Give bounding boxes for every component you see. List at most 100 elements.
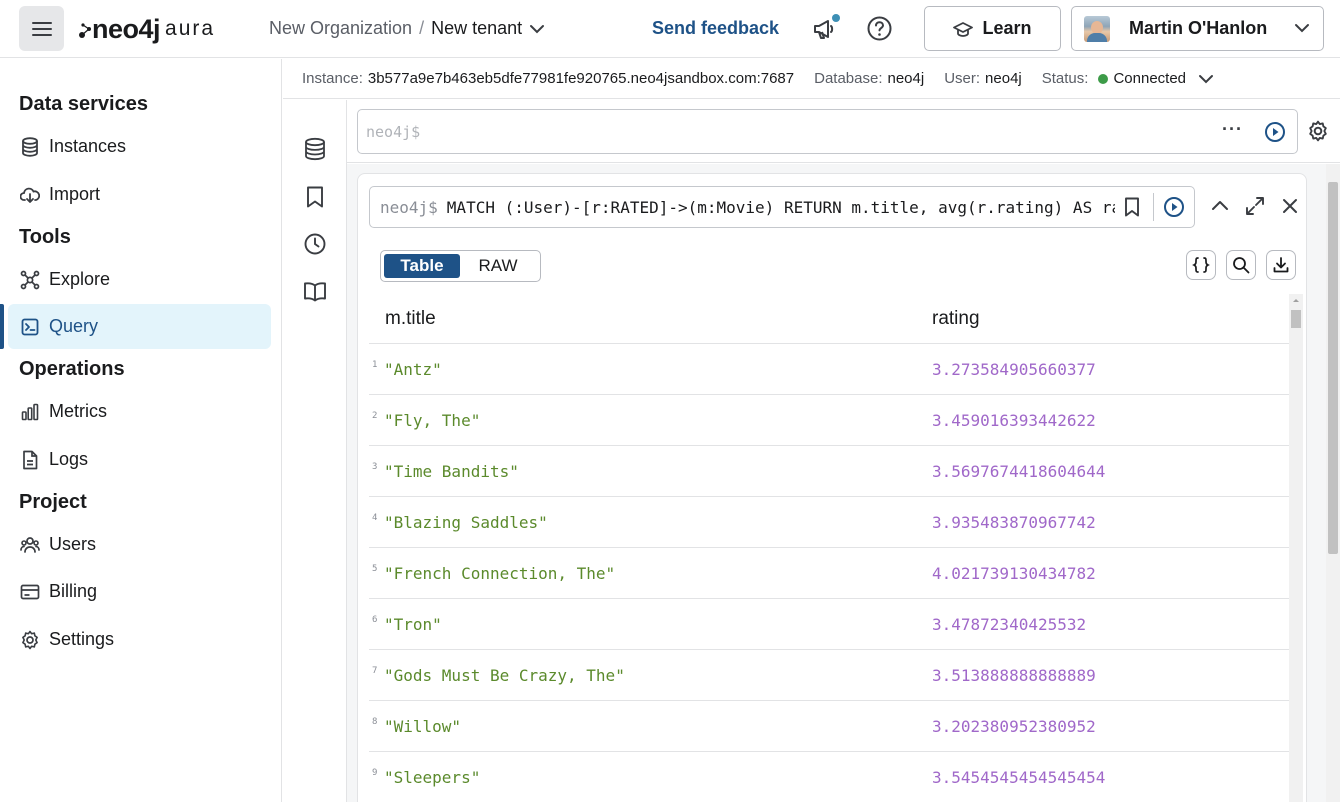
sidebar-item-label: Billing	[49, 581, 98, 601]
megaphone-icon[interactable]	[811, 14, 841, 44]
braces-icon	[1192, 257, 1210, 273]
divider	[1153, 193, 1154, 221]
view-toggle: Table RAW	[380, 250, 541, 282]
bookmark-icon[interactable]	[1121, 196, 1143, 218]
cell-title: "French Connection, The"	[384, 564, 616, 583]
book-icon[interactable]	[303, 280, 327, 304]
sidebar-item-query[interactable]: Query	[8, 304, 271, 349]
scrollbar-thumb[interactable]	[1291, 310, 1301, 328]
cell-rating: 3.935483870967742	[932, 513, 1096, 532]
row-index: 8	[372, 717, 378, 727]
help-icon[interactable]	[866, 15, 893, 42]
metrics-icon	[19, 401, 41, 423]
breadcrumb-tenant[interactable]: New tenant	[431, 18, 522, 39]
row-index: 2	[372, 411, 378, 421]
cell-rating: 3.5454545454545454	[932, 768, 1106, 787]
sidebar-item-settings[interactable]: Settings	[8, 617, 271, 662]
instance-label: Instance:	[302, 70, 363, 87]
results-table: m.title rating 1 "Antz" 3.273584905660377 …	[369, 294, 1289, 802]
result-frame: neo4j$ MATCH (:User)-[r:RATED]->(m:Movie…	[357, 173, 1307, 802]
column-header-rating: rating	[932, 308, 980, 329]
sidebar-item-label: Explore	[49, 269, 111, 289]
tab-table[interactable]: Table	[384, 254, 460, 278]
connection-info-bar: Instance: 3b577a9e7b463eb5dfe77981fe9207…	[283, 59, 1340, 99]
cell-title: "Antz"	[384, 360, 442, 379]
search-button[interactable]	[1226, 250, 1256, 280]
row-index: 7	[372, 666, 378, 676]
close-icon[interactable]	[1278, 194, 1302, 218]
download-button[interactable]	[1266, 250, 1296, 280]
download-icon	[1273, 257, 1289, 273]
frame-query-bar[interactable]: neo4j$ MATCH (:User)-[r:RATED]->(m:Movie…	[369, 186, 1195, 228]
status-value: Connected	[1113, 70, 1187, 87]
section-tools: Tools	[19, 226, 71, 248]
frame-query-text[interactable]: MATCH (:User)-[r:RATED]->(m:Movie) RETUR…	[447, 198, 1115, 217]
sidebar-item-logs[interactable]: Logs	[8, 437, 271, 482]
query-editor-area: neo4j$ ···	[347, 100, 1340, 163]
sidebar-item-instances[interactable]: Instances	[8, 124, 271, 169]
page-scrollbar[interactable]	[1326, 164, 1340, 802]
json-view-button[interactable]	[1186, 250, 1216, 280]
import-icon	[19, 184, 41, 206]
sidebar-item-import[interactable]: Import	[8, 172, 271, 217]
chevron-down-icon[interactable]	[1198, 73, 1214, 85]
settings-gear-icon[interactable]	[1307, 120, 1329, 142]
status-label: Status:	[1041, 70, 1089, 87]
sidebar-item-metrics[interactable]: Metrics	[8, 389, 271, 434]
user-menu-button[interactable]: Martin O'Hanlon	[1071, 6, 1324, 51]
user-info: User: neo4j	[944, 70, 1022, 87]
row-index: 3	[372, 462, 378, 472]
cell-rating: 3.5697674418604644	[932, 462, 1106, 481]
sidebar-item-label: Metrics	[49, 401, 107, 421]
sidebar-item-explore[interactable]: Explore	[8, 257, 271, 302]
learn-label: Learn	[982, 18, 1032, 38]
collapse-icon[interactable]	[1208, 194, 1232, 218]
row-index: 9	[372, 768, 378, 778]
avatar	[1084, 15, 1110, 42]
section-operations: Operations	[19, 358, 125, 380]
more-options-icon[interactable]: ···	[1222, 119, 1243, 140]
fullscreen-icon[interactable]	[1243, 194, 1267, 218]
cell-title: "Blazing Saddles"	[384, 513, 548, 532]
cell-title: "Willow"	[384, 717, 462, 736]
logo-neo4j-text: neo4j	[92, 13, 161, 44]
query-icon	[19, 316, 41, 338]
chevron-down-icon[interactable]	[529, 24, 545, 34]
scrollbar-thumb[interactable]	[1328, 182, 1338, 554]
breadcrumb-organization[interactable]: New Organization	[269, 18, 412, 39]
sidebar-item-label: Settings	[49, 629, 115, 649]
bookmark-icon[interactable]	[303, 185, 327, 209]
sidebar-item-label: Instances	[49, 136, 127, 156]
table-row: 7 "Gods Must Be Crazy, The" 3.513888888888…	[369, 650, 1289, 701]
sidebar-item-users[interactable]: Users	[8, 522, 271, 567]
send-feedback-link[interactable]: Send feedback	[652, 18, 779, 39]
menu-button[interactable]	[19, 6, 64, 51]
scroll-up-arrow-icon[interactable]	[1289, 294, 1303, 306]
status-info[interactable]: Status: Connected	[1042, 70, 1214, 87]
neo4j-aura-logo[interactable]: neo4j aura	[78, 12, 215, 46]
cell-rating: 3.459016393442622	[932, 411, 1096, 430]
table-row: 8 "Willow" 3.202380952380952	[369, 701, 1289, 752]
cell-rating: 3.273584905660377	[932, 360, 1096, 379]
active-indicator	[0, 304, 4, 349]
sidebar-item-label: Import	[49, 184, 101, 204]
cell-title: "Sleepers"	[384, 768, 481, 787]
database-label: Database:	[814, 70, 883, 87]
cell-title: "Time Bandits"	[384, 462, 519, 481]
run-query-icon[interactable]	[1264, 121, 1286, 143]
users-icon	[19, 534, 41, 556]
search-icon	[1233, 257, 1250, 274]
tab-raw[interactable]: RAW	[460, 254, 536, 278]
run-query-icon[interactable]	[1163, 196, 1185, 218]
column-header-title: m.title	[385, 308, 436, 329]
learn-button[interactable]: Learn	[924, 6, 1061, 51]
explore-icon	[19, 269, 41, 291]
query-editor[interactable]: neo4j$ ···	[357, 109, 1298, 154]
database-icon[interactable]	[303, 137, 327, 161]
history-icon[interactable]	[303, 232, 327, 256]
sidebar-item-billing[interactable]: Billing	[8, 569, 271, 614]
row-index: 6	[372, 615, 378, 625]
instance-value: 3b577a9e7b463eb5dfe77981fe920765.neo4jsa…	[367, 70, 795, 87]
section-data-services: Data services	[19, 93, 148, 115]
table-scrollbar[interactable]	[1289, 294, 1303, 802]
